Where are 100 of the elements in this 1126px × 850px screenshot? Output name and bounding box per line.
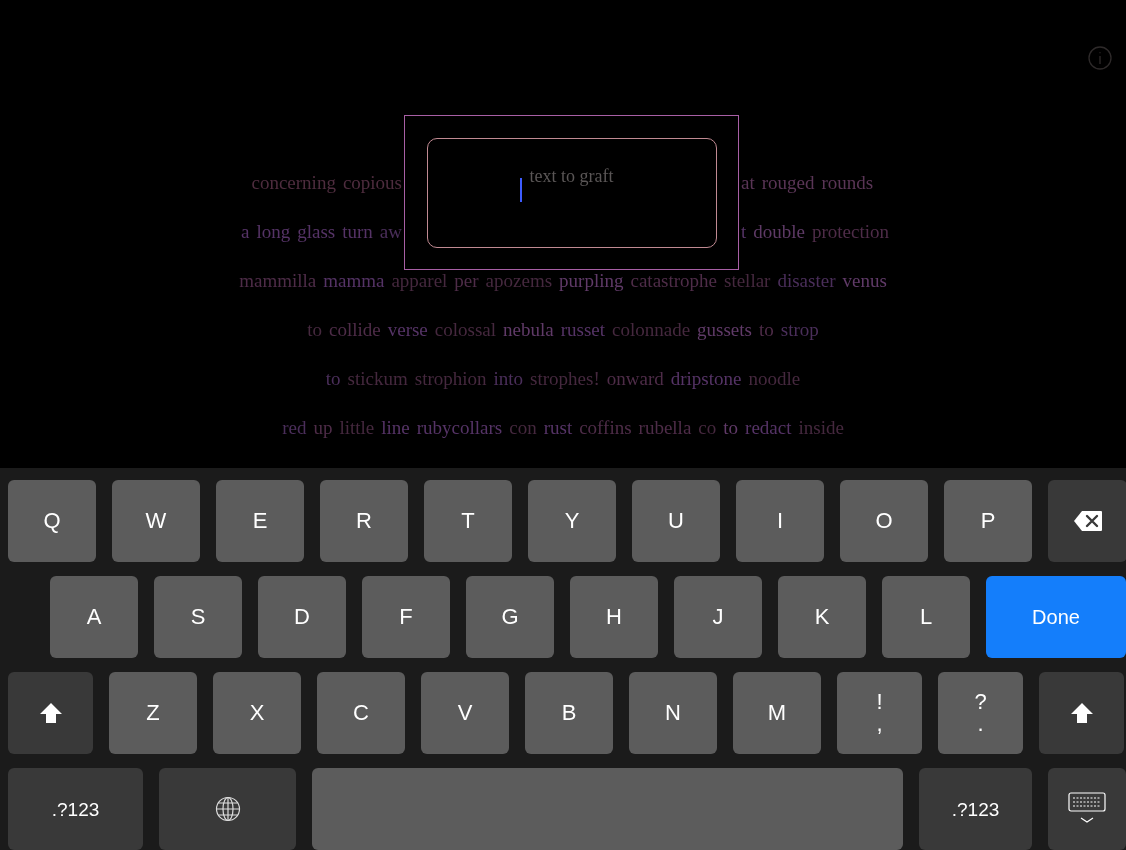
poem-word: long <box>256 220 291 243</box>
poem-word: co <box>698 416 717 439</box>
poem-word: coffins <box>579 416 632 439</box>
letter-key[interactable]: H <box>570 576 658 658</box>
poem-word: mammilla <box>239 269 317 292</box>
poem-word: verse <box>387 318 428 341</box>
poem-word: collide <box>329 318 381 341</box>
poem-word: disaster <box>777 269 836 292</box>
poem-word: noodle <box>748 367 801 390</box>
done-button[interactable]: Done <box>986 576 1126 658</box>
shift-icon <box>1069 702 1094 724</box>
poem-word: per <box>454 269 479 292</box>
poem-word: rubella <box>638 416 692 439</box>
poem-word: to <box>759 318 774 341</box>
poem-word: at <box>741 171 755 194</box>
poem-word: t <box>741 220 747 243</box>
poem-word: colonnade <box>612 318 691 341</box>
poem-word: line <box>381 416 410 439</box>
letter-key[interactable]: O <box>840 480 928 562</box>
poem-word: apparel <box>391 269 448 292</box>
poem-word: little <box>339 416 375 439</box>
backspace-icon <box>1072 510 1103 532</box>
letter-key[interactable]: A <box>50 576 138 658</box>
poem-word: to <box>723 416 739 439</box>
text-cursor <box>519 177 522 202</box>
shift-key[interactable] <box>8 672 93 754</box>
key-symbol: . <box>977 713 984 735</box>
globe-icon <box>214 796 241 822</box>
backspace-key[interactable] <box>1048 480 1126 562</box>
poem-word: redact <box>745 416 792 439</box>
poem-word: rubycollars <box>416 416 503 439</box>
letter-key[interactable]: D <box>258 576 346 658</box>
poem-word: copious <box>342 171 402 194</box>
letter-key[interactable]: Y <box>528 480 616 562</box>
poem-word: strophes! <box>530 367 600 390</box>
poem-word: catastrophe <box>630 269 717 292</box>
poem-word: con <box>509 416 537 439</box>
letter-key[interactable]: R <box>320 480 408 562</box>
letter-key[interactable]: P <box>944 480 1032 562</box>
poem-word: colossal <box>434 318 496 341</box>
symbol-key[interactable]: ? . <box>938 672 1023 754</box>
letter-key[interactable]: F <box>362 576 450 658</box>
letter-key[interactable]: C <box>317 672 405 754</box>
letter-key[interactable]: Z <box>109 672 197 754</box>
poem-word: strop <box>780 318 819 341</box>
numbers-key[interactable]: .?123 <box>919 768 1032 850</box>
key-symbol: ? <box>974 691 987 713</box>
poem-word: a <box>241 220 250 243</box>
poem-word: turn <box>342 220 373 243</box>
poem-word: inside <box>798 416 844 439</box>
poem-word: rouged <box>761 171 815 194</box>
poem-word: dripstone <box>670 367 742 390</box>
letter-key[interactable]: E <box>216 480 304 562</box>
graft-input-field[interactable]: text to graft <box>426 137 717 248</box>
letter-key[interactable]: X <box>213 672 301 754</box>
globe-key[interactable] <box>159 768 296 850</box>
poem-word: venus <box>842 269 887 292</box>
poem-word: double <box>753 220 805 243</box>
key-symbol: ! <box>876 691 883 713</box>
symbol-key[interactable]: ! , <box>837 672 922 754</box>
letter-key[interactable]: M <box>733 672 821 754</box>
letter-key[interactable]: T <box>424 480 512 562</box>
poem-word: up <box>313 416 333 439</box>
poem-word: stickum <box>347 367 408 390</box>
letter-key[interactable]: K <box>778 576 866 658</box>
poem-word: russet <box>560 318 605 341</box>
shift-icon <box>38 702 63 724</box>
poem-word: apozems <box>485 269 553 292</box>
poem-word: red <box>282 416 307 439</box>
poem-word: mamma <box>323 269 385 292</box>
poem-word: purpling <box>559 269 624 292</box>
letter-key[interactable]: J <box>674 576 762 658</box>
poem-word: onward <box>606 367 664 390</box>
numbers-key[interactable]: .?123 <box>8 768 143 850</box>
letter-key[interactable]: I <box>736 480 824 562</box>
letter-key[interactable]: G <box>466 576 554 658</box>
letter-key[interactable]: V <box>421 672 509 754</box>
letter-key[interactable]: U <box>632 480 720 562</box>
poem-word: nebula <box>503 318 554 341</box>
poem-word: rust <box>543 416 573 439</box>
poem-word: protection <box>812 220 890 243</box>
letter-key[interactable]: B <box>525 672 613 754</box>
letter-key[interactable]: N <box>629 672 717 754</box>
poem-word: strophion <box>414 367 487 390</box>
letter-key[interactable]: S <box>154 576 242 658</box>
poem-word: stellar <box>724 269 771 292</box>
poem-word: to <box>325 367 341 390</box>
poem-word: gussets <box>697 318 752 341</box>
poem-word: concerning <box>251 171 336 194</box>
poem-word: glass <box>297 220 336 243</box>
poem-word: into <box>493 367 524 390</box>
poem-word: rounds <box>821 171 874 194</box>
letter-key[interactable]: W <box>112 480 200 562</box>
poem-word: to <box>307 318 322 341</box>
key-symbol: , <box>876 713 883 735</box>
shift-key[interactable] <box>1039 672 1124 754</box>
letter-key[interactable]: L <box>882 576 970 658</box>
dismiss-keyboard-key[interactable] <box>1048 768 1126 850</box>
poem-word: aw <box>379 220 402 243</box>
letter-key[interactable]: Q <box>8 480 96 562</box>
